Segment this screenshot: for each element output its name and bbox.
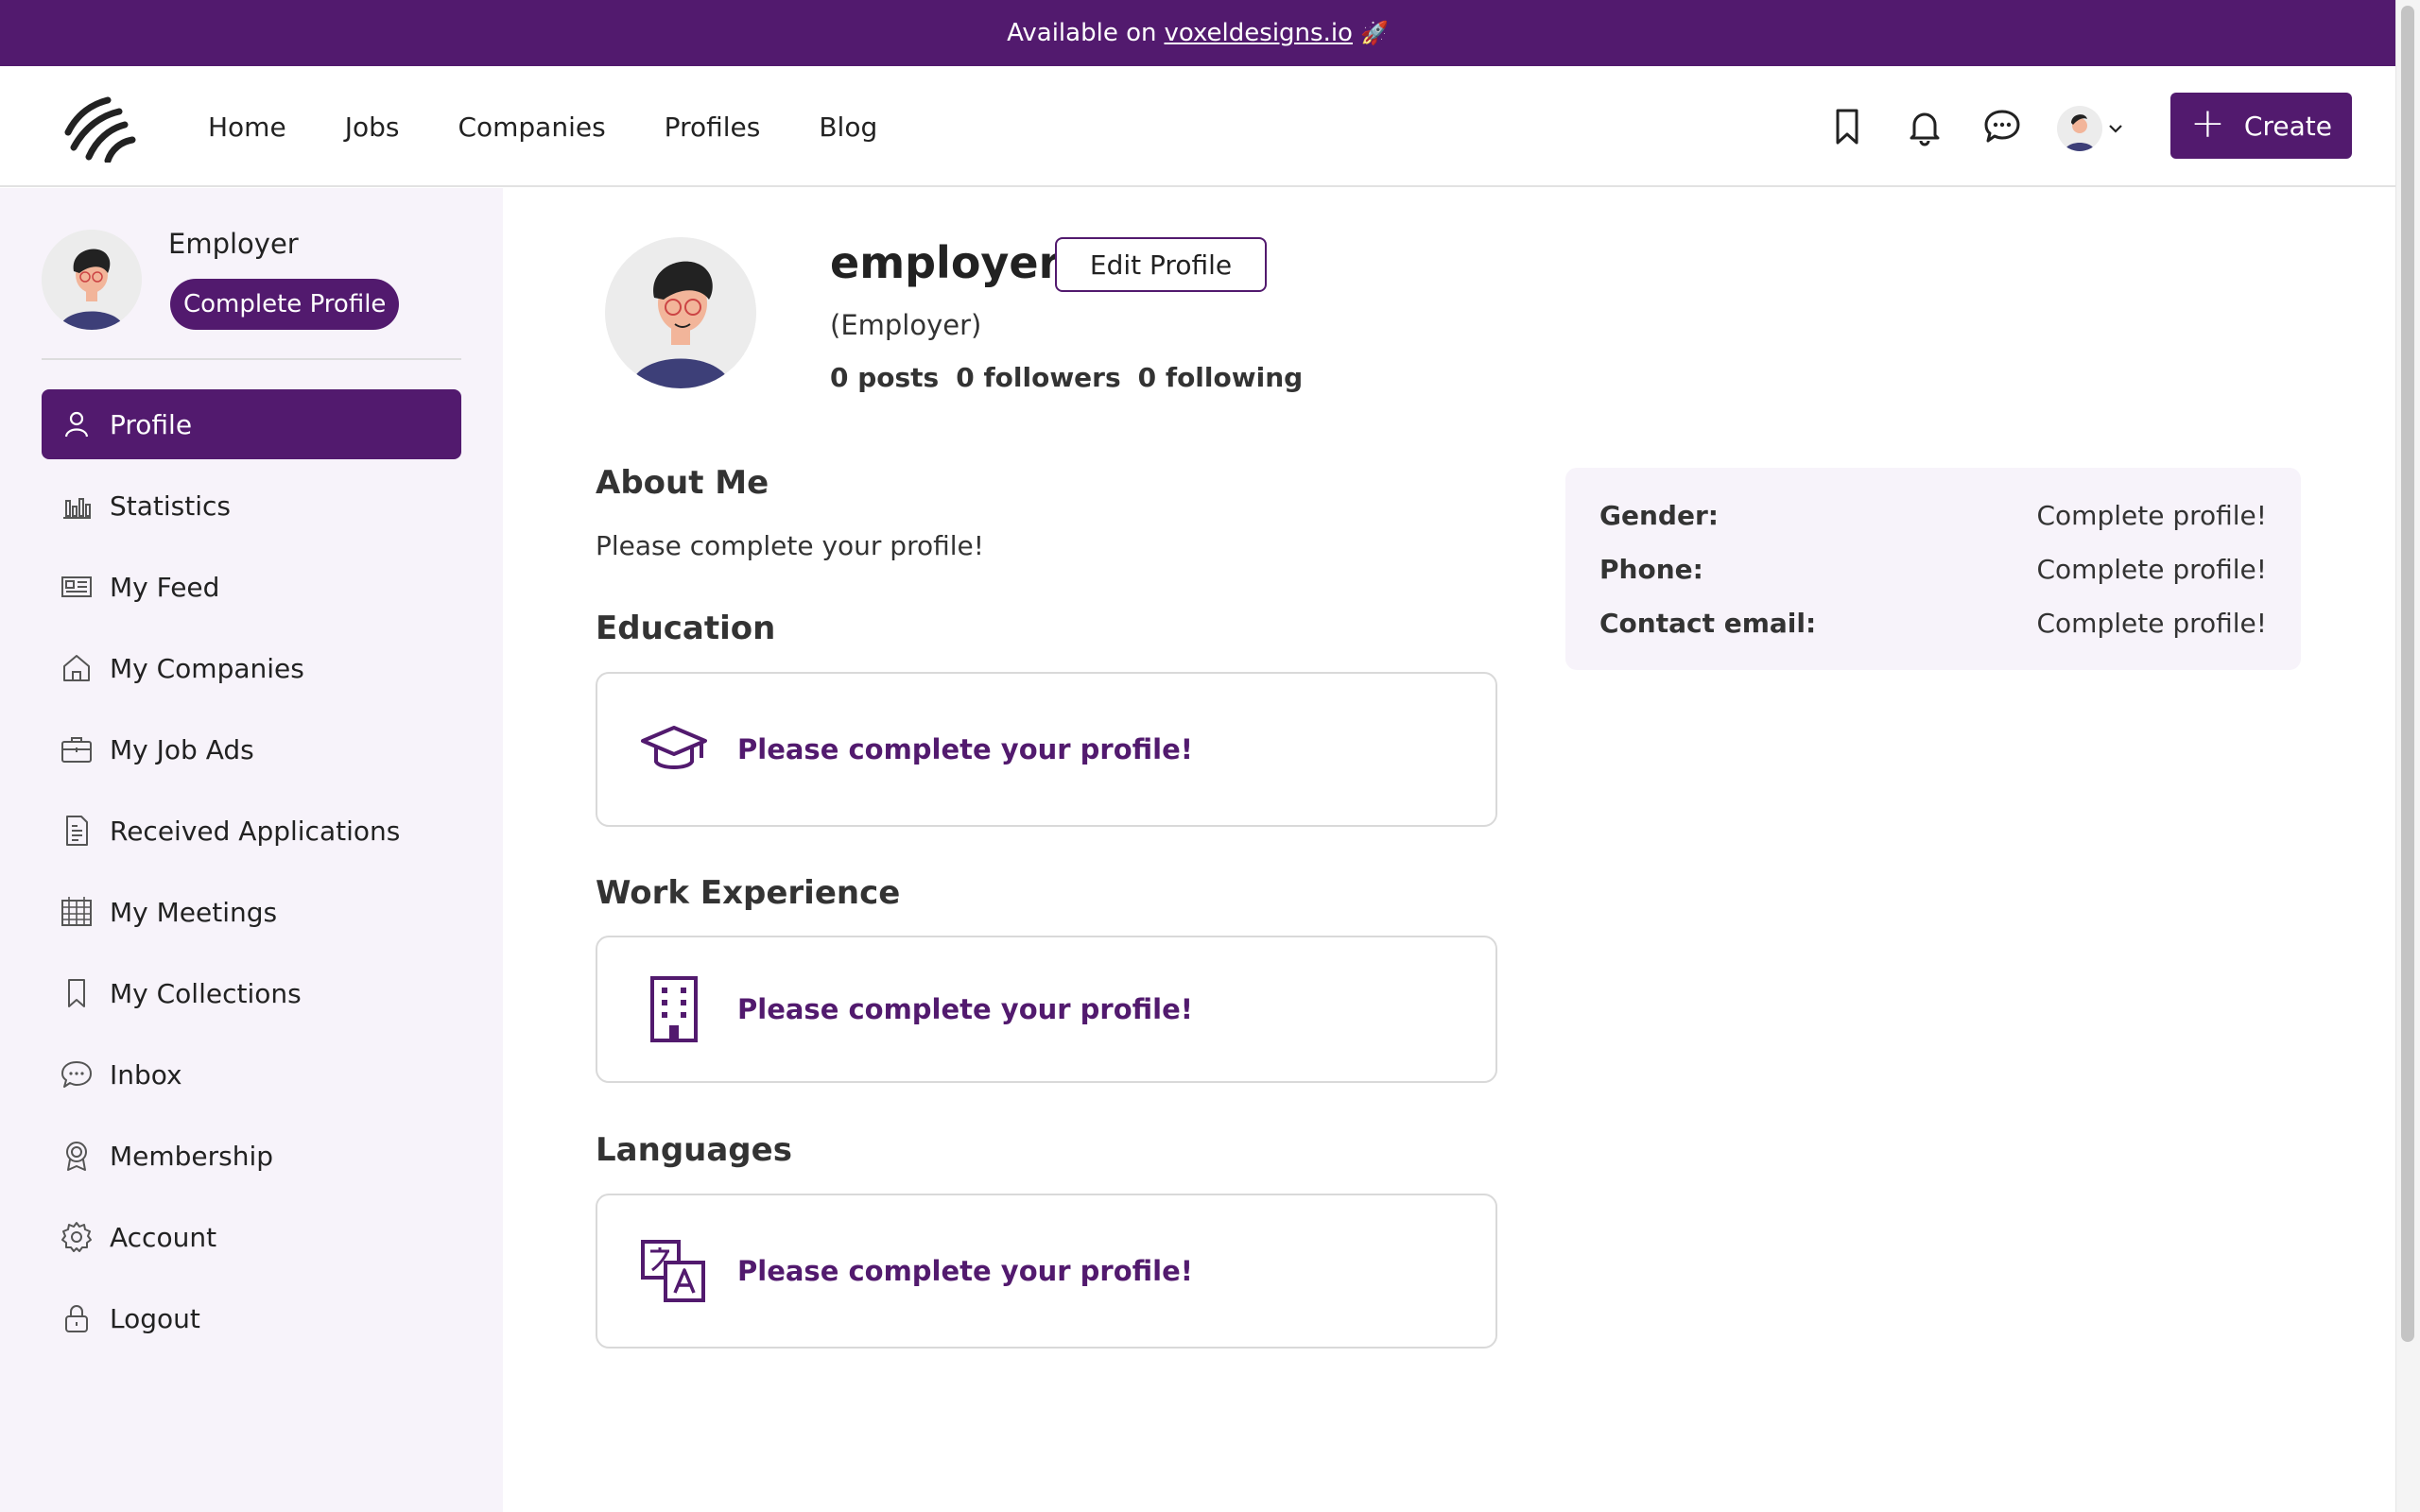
sidebar-item-label: My Collections [110,977,302,1009]
nav-profiles[interactable]: Profiles [665,112,761,143]
sidebar-item-label: Statistics [110,490,231,522]
info-label: Phone: [1599,554,1703,585]
education-title: Education [596,610,776,647]
profile-name: employer [830,237,1061,288]
info-value: Complete profile! [2036,500,2267,531]
announcement-bar: Available on voxeldesigns.io 🚀 [0,0,2395,66]
sidebar-item-label: Inbox [110,1058,182,1091]
announcement-text: Available on [1007,19,1157,47]
sidebar-item-label: My Companies [110,652,304,684]
profile-role: (Employer) [830,309,982,341]
user-icon [64,411,89,438]
main-nav: Home Jobs Companies Profiles Blog [208,66,877,187]
following-count[interactable]: 0 following [1138,362,1304,393]
sidebar-item-profile[interactable]: Profile [42,389,461,459]
sidebar-item-my-companies[interactable]: My Companies [42,633,461,703]
sidebar-item-inbox[interactable]: Inbox [42,1040,461,1109]
sidebar-item-my-job-ads[interactable]: My Job Ads [42,714,461,784]
posts-count[interactable]: 0 posts [830,362,939,393]
bookmark-icon[interactable] [1826,106,1868,147]
calendar-icon [61,897,92,926]
sidebar-item-label: Received Applications [110,815,401,847]
nav-home[interactable]: Home [208,112,286,143]
sidebar-item-my-meetings[interactable]: My Meetings [42,877,461,947]
profile-avatar [605,237,756,388]
announcement-link[interactable]: voxeldesigns.io [1164,19,1353,47]
create-label: Create [2243,110,2332,142]
languages-card: Please complete your profile! [596,1194,1497,1349]
sidebar-item-logout[interactable]: Logout [42,1283,461,1353]
main-content: employer Edit Profile (Employer) 0 posts… [503,188,2395,1512]
languages-title: Languages [596,1131,792,1169]
edit-profile-button[interactable]: Edit Profile [1055,237,1267,292]
sidebar-item-statistics[interactable]: Statistics [42,471,461,541]
info-row-gender: Gender: Complete profile! [1599,489,2267,542]
newspaper-icon [61,576,92,597]
education-card: Please complete your profile! [596,672,1497,827]
sidebar-item-received-applications[interactable]: Received Applications [42,796,461,866]
sidebar-avatar [42,230,142,330]
languages-message: Please complete your profile! [737,1255,1193,1287]
scrollbar-thumb[interactable] [2401,6,2414,1342]
nav-companies[interactable]: Companies [458,112,605,143]
create-button[interactable]: + Create [2170,93,2352,159]
chat-icon [61,1061,92,1088]
chevron-down-icon[interactable] [2106,119,2125,138]
info-label: Contact email: [1599,608,1817,639]
profile-stats: 0 posts 0 followers 0 following [830,362,1303,393]
work-experience-card: Please complete your profile! [596,936,1497,1083]
sidebar-divider [42,358,461,360]
building-icon [650,976,698,1042]
education-message: Please complete your profile! [737,733,1193,765]
complete-profile-button[interactable]: Complete Profile [170,279,400,330]
chat-icon[interactable] [1981,106,2023,147]
sidebar-user-name: Employer [168,228,299,260]
gear-icon [61,1222,92,1252]
logo-icon[interactable] [64,94,136,163]
info-label: Gender: [1599,500,1719,531]
sidebar-item-account[interactable]: Account [42,1202,461,1272]
bell-icon[interactable] [1904,106,1945,147]
graduation-cap-icon [641,726,707,769]
sidebar-item-label: My Job Ads [110,733,254,765]
info-value: Complete profile! [2036,608,2267,639]
translate-icon [641,1240,705,1302]
nav-jobs[interactable]: Jobs [345,112,400,143]
bookmark-icon [68,979,85,1007]
document-icon [66,816,88,846]
about-text: Please complete your profile! [596,530,984,561]
sidebar-item-label: Profile [110,408,193,440]
sidebar-item-label: Logout [110,1302,200,1334]
bar-chart-icon [63,498,91,519]
about-title: About Me [596,464,769,502]
sidebar-item-membership[interactable]: Membership [42,1121,461,1191]
briefcase-icon [61,737,92,763]
work-experience-title: Work Experience [596,874,901,912]
followers-count[interactable]: 0 followers [956,362,1120,393]
nav-blog[interactable]: Blog [819,112,877,143]
plus-icon: + [2190,99,2225,147]
info-value: Complete profile! [2036,554,2267,585]
contact-info-panel: Gender: Complete profile! Phone: Complet… [1565,468,2301,670]
top-header: Home Jobs Companies Profiles Blog + Crea… [0,66,2395,187]
lock-icon [65,1305,88,1332]
page-scrollbar[interactable] [2395,0,2420,1512]
sidebar-item-label: My Feed [110,571,220,603]
sidebar-item-label: Membership [110,1140,274,1172]
user-avatar[interactable] [2057,106,2102,151]
info-row-contact-email: Contact email: Complete profile! [1599,596,2267,650]
badge-icon [66,1142,87,1171]
info-row-phone: Phone: Complete profile! [1599,542,2267,596]
sidebar-item-my-feed[interactable]: My Feed [42,552,461,622]
sidebar-item-label: My Meetings [110,896,278,928]
sidebar-item-my-collections[interactable]: My Collections [42,958,461,1028]
work-experience-message: Please complete your profile! [737,993,1193,1025]
sidebar-menu: Profile Statistics My Feed My Companies … [42,389,461,1365]
sidebar-item-label: Account [110,1221,217,1253]
sidebar: Employer Complete Profile Profile Statis… [0,188,503,1512]
rocket-icon: 🚀 [1359,20,1389,46]
home-icon [63,655,90,681]
